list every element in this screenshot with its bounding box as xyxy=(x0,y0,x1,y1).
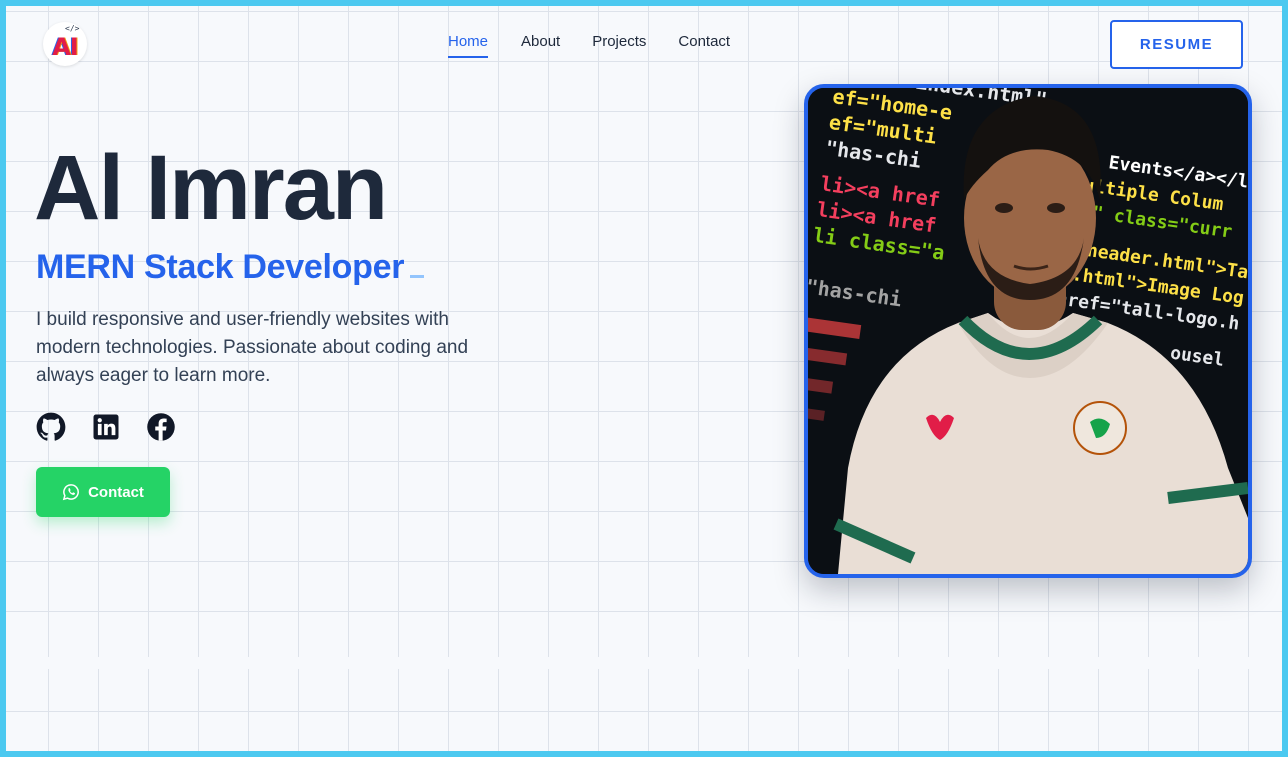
section-divider xyxy=(6,657,1282,669)
social-links xyxy=(36,412,176,442)
logo-code-tag: </> xyxy=(65,24,80,33)
hero-bio: I build responsive and user-friendly web… xyxy=(36,309,469,386)
site-logo[interactable]: </> AI xyxy=(43,22,87,66)
hero-role-text: MERN Stack Developer xyxy=(36,248,405,286)
typing-cursor xyxy=(410,275,425,278)
nav-about[interactable]: About xyxy=(521,33,560,58)
linkedin-icon[interactable] xyxy=(91,412,121,442)
page-background: </> AI Home About Projects Contact RESUM… xyxy=(6,6,1282,751)
resume-button[interactable]: RESUME xyxy=(1110,20,1243,69)
contact-button-label: Contact xyxy=(88,483,144,501)
nav-projects[interactable]: Projects xyxy=(592,33,646,58)
profile-photo: ref="index.html" ef="home-e ef="multi "h… xyxy=(804,84,1252,578)
profile-photo-art: ref="index.html" ef="home-e ef="multi "h… xyxy=(808,88,1248,574)
nav-contact[interactable]: Contact xyxy=(678,33,730,58)
nav-home[interactable]: Home xyxy=(448,33,489,58)
facebook-icon[interactable] xyxy=(146,412,176,442)
whatsapp-icon xyxy=(62,484,80,501)
github-icon[interactable] xyxy=(36,412,66,442)
hero-role: MERN Stack Developer xyxy=(36,248,425,287)
whatsapp-contact-button[interactable]: Contact xyxy=(36,467,170,517)
logo-text: AI xyxy=(52,33,78,61)
hero-name: Al Imran xyxy=(34,137,388,239)
main-nav: Home About Projects Contact xyxy=(448,33,730,58)
